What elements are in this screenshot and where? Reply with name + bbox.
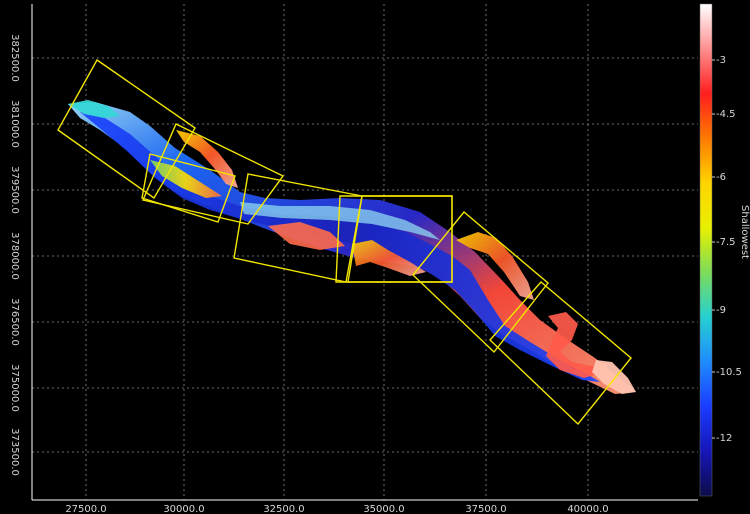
bathymetry-map-view: 27500.0 30000.0 32500.0 35000.0 37500.0 40000…: [0, 0, 750, 514]
y-tick-label: 376500.0: [9, 298, 20, 346]
colorbar-labels: -3 -4.5 -6 -7.5 -9 -10.5 -12: [712, 55, 742, 444]
y-tick-label: 382500.0: [9, 34, 20, 82]
colorbar-tick-label: -12: [716, 433, 732, 444]
colorbar-tick-label: -7.5: [716, 237, 736, 248]
y-axis-tick-labels: 382500.0 381000.0 379500.0 378000.0 376500.0…: [9, 34, 20, 476]
depth-colorbar: -3 -4.5 -6 -7.5 -9 -10.5 -12 Shallowest: [699, 3, 750, 497]
colorbar-tick-label: -4.5: [716, 109, 736, 120]
y-tick-label: 373500.0: [9, 428, 20, 476]
x-tick-label: 30000.0: [163, 504, 204, 514]
x-tick-label: 40000.0: [567, 504, 608, 514]
y-tick-label: 375000.0: [9, 364, 20, 412]
x-tick-label: 27500.0: [65, 504, 106, 514]
x-tick-label: 35000.0: [363, 504, 404, 514]
y-tick-label: 379500.0: [9, 166, 20, 214]
y-tick-label: 381000.0: [9, 100, 20, 148]
colorbar-tick-label: -3: [716, 55, 726, 66]
map-canvas[interactable]: 27500.0 30000.0 32500.0 35000.0 37500.0 40000…: [0, 0, 750, 514]
colorbar-title: Shallowest: [739, 205, 750, 259]
y-tick-label: 378000.0: [9, 232, 20, 280]
colorbar-tick-label: -10.5: [716, 367, 742, 378]
colorbar-tick-label: -6: [716, 172, 726, 183]
x-axis-tick-labels: 27500.0 30000.0 32500.0 35000.0 37500.0 40000…: [65, 504, 608, 514]
colorbar-tick-label: -9: [716, 305, 726, 316]
x-tick-label: 32500.0: [263, 504, 304, 514]
x-tick-label: 37500.0: [465, 504, 506, 514]
colorbar-gradient: [699, 3, 713, 497]
